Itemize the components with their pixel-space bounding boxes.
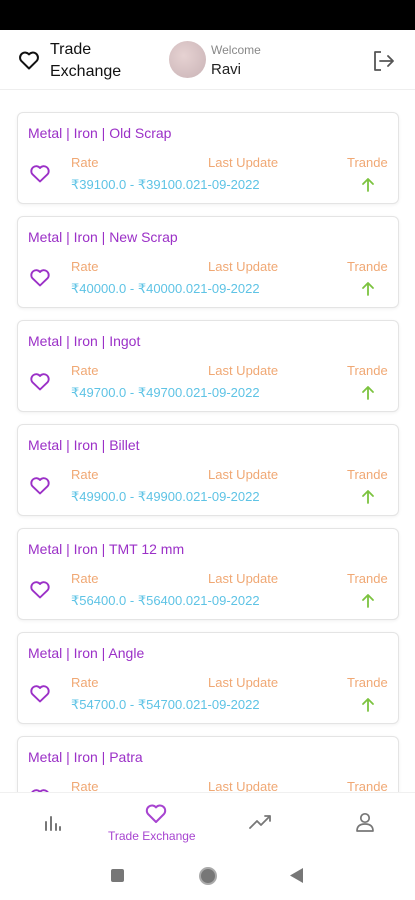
system-navigation-bar bbox=[0, 850, 415, 900]
card-title: Metal | Iron | Angle bbox=[28, 645, 145, 661]
last-update-label: Last Update bbox=[208, 155, 279, 170]
home-circle-icon[interactable] bbox=[198, 866, 218, 886]
last-update-value: 21-09-2022 bbox=[193, 593, 260, 608]
rate-label: Rate bbox=[71, 155, 99, 170]
last-update-label: Last Update bbox=[208, 363, 279, 378]
avatar[interactable] bbox=[169, 41, 206, 78]
username: Ravi bbox=[211, 61, 242, 78]
trend-up-arrow-icon bbox=[362, 490, 374, 504]
bar-chart-icon bbox=[45, 816, 61, 831]
nav-item-trends[interactable] bbox=[240, 793, 280, 851]
rate-card[interactable]: Metal | Iron | New Scrap Rate Last Update T… bbox=[17, 216, 399, 308]
app-header: Trade Exchange Welcome Ravi bbox=[0, 30, 415, 90]
recents-square-icon[interactable] bbox=[111, 869, 124, 882]
trend-label: Trande bbox=[347, 155, 388, 170]
rate-label: Rate bbox=[71, 779, 99, 792]
nav-label-trade-exchange: Trade Exchange bbox=[108, 829, 196, 843]
rate-card[interactable]: Metal | Iron | TMT 12 mm Rate Last Update T… bbox=[17, 528, 399, 620]
card-title: Metal | Iron | New Scrap bbox=[28, 229, 178, 245]
rate-card[interactable]: Metal | Iron | Billet Rate Last Update Tran… bbox=[17, 424, 399, 516]
last-update-label: Last Update bbox=[208, 467, 279, 482]
welcome-label: Welcome bbox=[211, 43, 261, 57]
rate-value: ₹49900.0 - ₹49900.0 bbox=[71, 489, 194, 504]
nav-item-stats[interactable] bbox=[30, 793, 76, 851]
favorite-heart-icon[interactable] bbox=[29, 163, 51, 183]
rate-value: ₹54700.0 - ₹54700.0 bbox=[71, 697, 194, 712]
card-title: Metal | Iron | TMT 12 mm bbox=[28, 541, 185, 557]
rate-list[interactable]: Metal | Iron | Old Scrap Rate Last Update T… bbox=[0, 96, 415, 792]
last-update-label: Last Update bbox=[208, 571, 279, 586]
bottom-nav: Trade Exchange bbox=[0, 792, 415, 850]
rate-and-date-value: ₹49700.0 - ₹49700.021-09-2022 bbox=[71, 385, 260, 401]
favorite-heart-icon[interactable] bbox=[29, 579, 51, 599]
trend-label: Trande bbox=[347, 259, 388, 274]
back-triangle-icon[interactable] bbox=[290, 868, 303, 883]
heart-icon[interactable] bbox=[17, 48, 41, 72]
user-icon bbox=[356, 812, 374, 832]
rate-and-date-value: ₹40000.0 - ₹40000.021-09-2022 bbox=[71, 281, 260, 297]
card-title: Metal | Iron | Patra bbox=[28, 749, 143, 765]
trend-label: Trande bbox=[347, 363, 388, 378]
trend-up-arrow-icon bbox=[362, 386, 374, 400]
last-update-value: 21-09-2022 bbox=[193, 177, 260, 192]
heart-icon bbox=[145, 804, 167, 823]
last-update-label: Last Update bbox=[208, 675, 279, 690]
trend-label: Trande bbox=[347, 467, 388, 482]
last-update-value: 21-09-2022 bbox=[193, 385, 260, 400]
rate-card[interactable]: Metal | Iron | Patra Rate Last Update Trand… bbox=[17, 736, 399, 792]
rate-value: ₹49700.0 - ₹49700.0 bbox=[71, 385, 194, 400]
rate-and-date-value: ₹56400.0 - ₹56400.021-09-2022 bbox=[71, 593, 260, 609]
last-update-label: Last Update bbox=[208, 779, 279, 792]
rate-label: Rate bbox=[71, 467, 99, 482]
app-title: Trade Exchange bbox=[50, 41, 122, 80]
card-title: Metal | Iron | Old Scrap bbox=[28, 125, 172, 141]
favorite-heart-icon[interactable] bbox=[29, 267, 51, 287]
trend-label: Trande bbox=[347, 675, 388, 690]
rate-card[interactable]: Metal | Iron | Ingot Rate Last Update Trand… bbox=[17, 320, 399, 412]
rate-label: Rate bbox=[71, 259, 99, 274]
trend-line-icon bbox=[249, 815, 271, 829]
trend-up-arrow-icon bbox=[362, 178, 374, 192]
card-title: Metal | Iron | Billet bbox=[28, 437, 140, 453]
rate-card[interactable]: Metal | Iron | Angle Rate Last Update Trand… bbox=[17, 632, 399, 724]
rate-and-date-value: ₹54700.0 - ₹54700.021-09-2022 bbox=[71, 697, 260, 713]
trend-up-arrow-icon bbox=[362, 594, 374, 608]
logout-icon[interactable] bbox=[371, 49, 397, 73]
last-update-value: 21-09-2022 bbox=[193, 281, 260, 296]
rate-label: Rate bbox=[71, 571, 99, 586]
last-update-value: 21-09-2022 bbox=[193, 697, 260, 712]
nav-item-profile[interactable] bbox=[345, 793, 385, 851]
rate-value: ₹39100.0 - ₹39100.0 bbox=[71, 177, 194, 192]
status-bar bbox=[0, 0, 415, 30]
favorite-heart-icon[interactable] bbox=[29, 371, 51, 391]
rate-value: ₹40000.0 - ₹40000.0 bbox=[71, 281, 194, 296]
rate-label: Rate bbox=[71, 363, 99, 378]
favorite-heart-icon[interactable] bbox=[29, 683, 51, 703]
rate-card[interactable]: Metal | Iron | Old Scrap Rate Last Update T… bbox=[17, 112, 399, 204]
trend-label: Trande bbox=[347, 779, 388, 792]
favorite-heart-icon[interactable] bbox=[29, 475, 51, 495]
last-update-value: 21-09-2022 bbox=[193, 489, 260, 504]
last-update-label: Last Update bbox=[208, 259, 279, 274]
trend-up-arrow-icon bbox=[362, 698, 374, 712]
rate-and-date-value: ₹49900.0 - ₹49900.021-09-2022 bbox=[71, 489, 260, 505]
rate-value: ₹56400.0 - ₹56400.0 bbox=[71, 593, 194, 608]
card-title: Metal | Iron | Ingot bbox=[28, 333, 141, 349]
rate-label: Rate bbox=[71, 675, 99, 690]
rate-and-date-value: ₹39100.0 - ₹39100.021-09-2022 bbox=[71, 177, 260, 193]
nav-item-trade-exchange[interactable]: Trade Exchange bbox=[100, 793, 215, 851]
trend-label: Trande bbox=[347, 571, 388, 586]
trend-up-arrow-icon bbox=[362, 282, 374, 296]
